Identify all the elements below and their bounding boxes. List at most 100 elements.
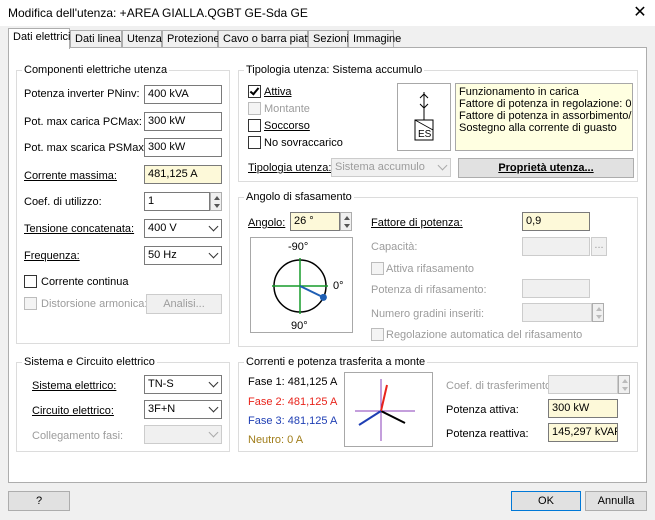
spin-up-icon[interactable]	[622, 379, 628, 383]
frequenza-label: Frequenza:	[24, 250, 80, 262]
tipologia-title: Tipologia utenza: Sistema accumulo	[244, 64, 425, 76]
angolo-label: Angolo:	[248, 217, 286, 229]
capacita-browse-button[interactable]: ...	[591, 237, 607, 256]
spin-down-icon[interactable]	[214, 204, 220, 208]
fattore-potenza-label: Fattore di potenza:	[371, 217, 463, 229]
coef-trasferimento-label: Coef. di trasferimento:	[446, 380, 555, 392]
tab-immagine[interactable]: Immagine	[348, 30, 401, 48]
annulla-button[interactable]: Annulla	[585, 491, 647, 511]
spin-down-icon[interactable]	[622, 387, 628, 391]
help-button[interactable]: ?	[8, 491, 70, 511]
no-sovraccarico-label: No sovraccarico	[264, 137, 343, 149]
phasor-fase1	[380, 410, 406, 424]
spin-up-icon[interactable]	[214, 196, 220, 200]
angolo-title: Angolo di sfasamento	[244, 191, 354, 203]
tensione-label: Tensione concatenata:	[24, 223, 135, 235]
utenza-icon-label: ES	[418, 129, 432, 140]
energy-storage-icon	[414, 92, 434, 141]
numero-gradini-input[interactable]	[522, 303, 592, 322]
attiva-checkbox[interactable]	[248, 85, 261, 98]
tab-sezioni[interactable]: Sezioni	[308, 30, 349, 48]
tipologia-info-box: Funzionamento in carica Fattore di poten…	[455, 83, 633, 151]
attiva-label: Attiva	[264, 86, 292, 98]
tab-protezione[interactable]: Protezione	[162, 30, 220, 48]
sistema-elettrico-label: Sistema elettrico:	[32, 380, 117, 392]
tipologia-utenza-select[interactable]: Sistema accumulo	[331, 158, 451, 177]
fase2-current: Fase 2: 481,125 A	[248, 396, 338, 408]
potenza-reattiva-label: Potenza reattiva:	[446, 428, 529, 440]
potenza-inverter-label: Potenza inverter PNinv:	[24, 88, 140, 100]
proprieta-utenza-label: Proprietà utenza...	[498, 162, 594, 174]
potenza-attiva-input[interactable]: 300 kW	[548, 399, 618, 418]
circuito-elettrico-select[interactable]: 3F+N	[144, 400, 222, 419]
coef-utilizzo-spinner[interactable]	[210, 192, 222, 211]
regolazione-checkbox[interactable]	[371, 328, 384, 341]
circuito-elettrico-label: Circuito elettrico:	[32, 405, 114, 417]
corrente-continua-label: Corrente continua	[41, 276, 129, 288]
corrente-continua-checkbox[interactable]	[24, 275, 37, 288]
tab-dati-linea[interactable]: Dati linea	[70, 30, 122, 48]
capacita-input[interactable]	[522, 237, 590, 256]
tab-dati-elettrici[interactable]: Dati elettrici	[8, 28, 70, 49]
proprieta-utenza-button[interactable]: Proprietà utenza...	[458, 158, 634, 178]
montante-checkbox[interactable]	[248, 102, 261, 115]
utenza-icon-box: ES	[397, 83, 451, 151]
spin-up-icon[interactable]	[596, 307, 602, 311]
angolo-spinner[interactable]	[340, 212, 352, 231]
analisi-button[interactable]: Analisi...	[146, 294, 222, 314]
no-sovraccarico-checkbox[interactable]	[248, 136, 261, 149]
close-icon[interactable]: ✕	[630, 3, 650, 23]
soccorso-checkbox[interactable]	[248, 119, 261, 132]
distorsione-checkbox[interactable]	[24, 297, 37, 310]
coef-trasferimento-spinner[interactable]	[618, 375, 630, 394]
correnti-title: Correnti e potenza trasferita a monte	[244, 356, 428, 368]
pot-scarica-input[interactable]: 300 kW	[144, 138, 222, 157]
window-title: Modifica dell'utenza: +AREA GIALLA.QGBT …	[8, 6, 308, 20]
tab-utenza[interactable]: Utenza	[122, 30, 162, 48]
ok-button[interactable]: OK	[511, 491, 581, 511]
angolo-input[interactable]: 26 °	[290, 212, 340, 231]
info-line: Funzionamento in carica	[459, 86, 579, 98]
chevron-down-icon	[208, 248, 219, 259]
spin-down-icon[interactable]	[344, 224, 350, 228]
collegamento-fasi-label: Collegamento fasi:	[32, 430, 124, 442]
chevron-down-icon	[208, 402, 219, 413]
dial-knob	[319, 293, 327, 301]
spin-up-icon[interactable]	[344, 216, 350, 220]
corrente-massima-input[interactable]: 481,125 A	[144, 165, 222, 184]
attiva-rifasamento-checkbox[interactable]	[371, 262, 384, 275]
potenza-rifasamento-input[interactable]	[522, 279, 590, 298]
potenza-inverter-input[interactable]: 400 kVA	[144, 85, 222, 104]
tipologia-utenza-value: Sistema accumulo	[335, 161, 425, 173]
info-line: Fattore di potenza in regolazione: 0,90	[459, 98, 633, 110]
chevron-down-icon	[208, 377, 219, 388]
montante-label: Montante	[264, 103, 310, 115]
frequenza-select[interactable]: 50 Hz	[144, 246, 222, 265]
spin-down-icon[interactable]	[596, 315, 602, 319]
phasor-fase3	[358, 410, 382, 426]
fattore-potenza-input[interactable]: 0,9	[522, 212, 590, 231]
tab-cavo[interactable]: Cavo o barra piatta	[218, 30, 317, 48]
pot-carica-input[interactable]: 300 kW	[144, 112, 222, 131]
tab-strip: Dati elettrici Dati linea Utenza Protezi…	[8, 28, 648, 49]
tensione-select[interactable]: 400 V	[144, 219, 222, 238]
collegamento-fasi-select[interactable]	[144, 425, 222, 444]
frequenza-value: 50 Hz	[148, 249, 177, 261]
coef-trasferimento-input[interactable]	[548, 375, 618, 394]
circuito-elettrico-value: 3F+N	[148, 403, 176, 415]
fase3-current: Fase 3: 481,125 A	[248, 415, 338, 427]
phasor-diagram-box	[344, 372, 433, 447]
neutro-current: Neutro: 0 A	[248, 434, 304, 446]
numero-gradini-label: Numero gradini inseriti:	[371, 308, 485, 320]
angle-dial[interactable]	[251, 238, 352, 332]
capacita-label: Capacità:	[371, 241, 418, 253]
sistema-title: Sistema e Circuito elettrico	[22, 356, 157, 368]
sistema-elettrico-select[interactable]: TN-S	[144, 375, 222, 394]
componenti-title: Componenti elettriche utenza	[22, 64, 170, 76]
attiva-rifasamento-label: Attiva rifasamento	[386, 263, 475, 275]
potenza-reattiva-input[interactable]: 145,297 kVAR	[548, 423, 618, 442]
coef-utilizzo-input[interactable]: 1	[144, 192, 210, 211]
distorsione-label: Distorsione armonica:	[41, 298, 148, 310]
numero-gradini-spinner[interactable]	[592, 303, 604, 322]
checkmark-icon	[249, 85, 260, 96]
